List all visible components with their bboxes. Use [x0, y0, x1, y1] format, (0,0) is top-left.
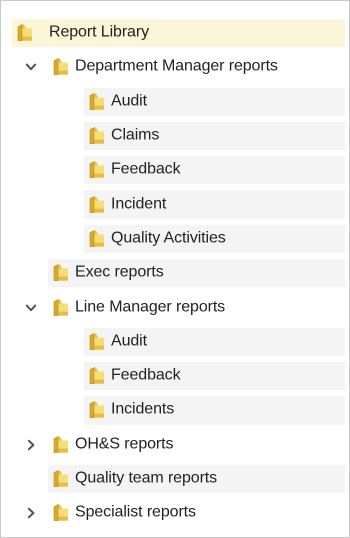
folder-icon	[51, 503, 71, 523]
tree-node-report-library[interactable]: Report Library	[1, 16, 349, 50]
tree-node-label: Claims	[111, 126, 160, 144]
tree-node-label: Specialist reports	[75, 503, 196, 521]
tree-node-label: Report Library	[49, 23, 149, 41]
tree-node-label: Quality Activities	[111, 229, 226, 247]
tree-node-label: Line Manager reports	[75, 298, 226, 316]
tree-node-line-manager-reports[interactable]: Line Manager reports	[1, 290, 349, 324]
folder-icon	[87, 160, 107, 180]
folder-icon	[51, 57, 71, 77]
tree-node-label: Department Manager reports	[75, 58, 278, 76]
tree-node-label: Audit	[111, 332, 147, 350]
tree-node-department-manager-reports[interactable]: Department Manager reports	[1, 50, 349, 84]
tree-node-dm-feedback[interactable]: Feedback	[1, 153, 349, 187]
tree-node-dm-quality-activities[interactable]: Quality Activities	[1, 222, 349, 256]
tree-node-label: Incidents	[111, 401, 175, 419]
tree-node-lm-audit[interactable]: Audit	[1, 325, 349, 359]
folder-icon	[87, 400, 107, 420]
folder-icon	[87, 366, 107, 386]
tree-node-lm-feedback[interactable]: Feedback	[1, 359, 349, 393]
folder-icon	[87, 331, 107, 351]
chevron-down-icon[interactable]	[24, 60, 38, 74]
tree-node-lm-incidents[interactable]: Incidents	[1, 393, 349, 427]
folder-icon	[51, 469, 71, 489]
tree-node-dm-claims[interactable]: Claims	[1, 119, 349, 153]
tree-node-dm-incident[interactable]: Incident	[1, 187, 349, 221]
folder-icon	[87, 126, 107, 146]
tree-node-label: Exec reports	[75, 263, 164, 281]
folder-icon	[87, 91, 107, 111]
tree-node-label: Feedback	[111, 366, 181, 384]
chevron-right-icon[interactable]	[24, 438, 38, 452]
report-library-panel: Report Library Department Manager report…	[0, 0, 350, 538]
tree-node-label: Incident	[111, 195, 167, 213]
tree-node-exec-reports[interactable]: Exec reports	[1, 256, 349, 290]
tree-node-label: Audit	[111, 92, 147, 110]
tree-node-label: OH&S reports	[75, 435, 174, 453]
report-tree: Report Library Department Manager report…	[1, 1, 349, 530]
tree-node-label: Quality team reports	[75, 469, 218, 487]
folder-icon	[15, 23, 35, 43]
folder-icon	[51, 434, 71, 454]
tree-node-ohs-reports[interactable]: OH&S reports	[1, 428, 349, 462]
folder-icon	[87, 229, 107, 249]
tree-node-quality-team-reports[interactable]: Quality team reports	[1, 462, 349, 496]
tree-node-dm-audit[interactable]: Audit	[1, 85, 349, 119]
chevron-down-icon[interactable]	[24, 301, 38, 315]
tree-node-specialist-reports[interactable]: Specialist reports	[1, 496, 349, 530]
tree-node-label: Feedback	[111, 160, 181, 178]
folder-icon	[51, 297, 71, 317]
folder-icon	[51, 263, 71, 283]
chevron-right-icon[interactable]	[24, 506, 38, 520]
folder-icon	[87, 194, 107, 214]
